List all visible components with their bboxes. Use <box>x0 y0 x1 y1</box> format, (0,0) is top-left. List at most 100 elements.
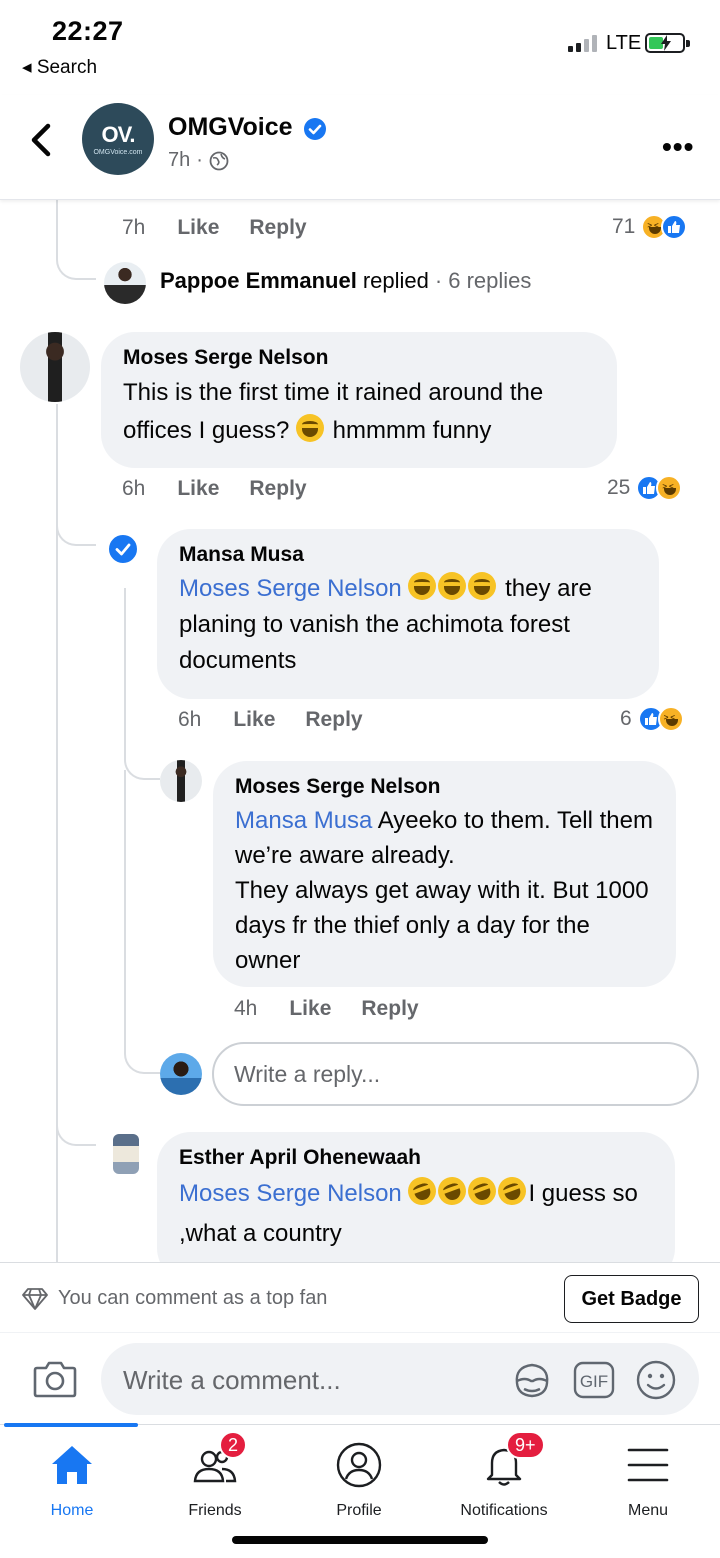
comment-time: 4h <box>234 997 258 1020</box>
friends-icon: 2 <box>143 1431 287 1491</box>
menu-icon <box>576 1439 720 1491</box>
top-fan-text: You can comment as a top fan <box>58 1287 328 1309</box>
like-button[interactable]: Like <box>233 708 275 732</box>
svg-text:GIF: GIF <box>580 1372 608 1391</box>
tab-label: Home <box>50 1502 94 1519</box>
laughing-emoji-icon <box>468 572 497 600</box>
replies-action: replied <box>362 268 429 293</box>
comment-input[interactable]: Write a comment... GIF <box>101 1343 699 1415</box>
comment-text: Moses Serge Nelson they are planing to v… <box>179 571 637 679</box>
diamond-icon <box>22 1287 48 1310</box>
haha-reaction-icon: >< <box>656 475 683 501</box>
emoji-icon[interactable] <box>635 1359 677 1406</box>
verified-badge-icon <box>303 117 327 146</box>
thread-line <box>56 240 96 280</box>
tab-notifications[interactable]: 9+ Notifications <box>432 1431 576 1520</box>
comment-bubble[interactable]: Moses Serge Nelson This is the first tim… <box>101 332 617 468</box>
notifications-badge: 9+ <box>506 1431 545 1459</box>
verified-avatar-icon[interactable] <box>106 532 140 566</box>
avatar-sticker-icon[interactable] <box>511 1359 553 1406</box>
replies-separator: · <box>434 268 443 293</box>
comment-bubble[interactable]: Esther April Ohenewaah Moses Serge Nelso… <box>157 1132 675 1262</box>
comment-actions: 6h Like Reply <box>122 477 337 501</box>
reaction-count: 71 <box>612 215 636 238</box>
camera-icon[interactable] <box>33 1359 77 1404</box>
bell-icon: 9+ <box>432 1431 576 1491</box>
comment-thread[interactable]: 7h Like Reply 71 >< Pappoe Emmanuel repl… <box>0 200 720 1262</box>
comment-actions: 4h Like Reply <box>234 997 449 1021</box>
mention-link[interactable]: Moses Serge Nelson <box>179 1180 402 1207</box>
gif-icon[interactable]: GIF <box>573 1361 615 1404</box>
comment-bubble[interactable]: Moses Serge Nelson Mansa Musa Ayeeko to … <box>213 761 676 987</box>
rofl-emoji-icon <box>494 1173 531 1209</box>
reply-input[interactable]: Write a reply... <box>212 1042 699 1106</box>
comment-text: Moses Serge Nelson I guess so ,what a co… <box>179 1173 653 1254</box>
comment-text: This is the first time it rained around … <box>123 374 595 450</box>
top-fan-bar: You can comment as a top fan Get Badge <box>0 1262 720 1332</box>
top-fan-message: You can comment as a top fan <box>22 1287 327 1310</box>
tab-friends[interactable]: 2 Friends <box>143 1431 287 1520</box>
avatar[interactable] <box>113 1134 139 1174</box>
comment-time: 6h <box>178 708 202 731</box>
comment-text-part: they are <box>505 575 592 602</box>
avatar[interactable] <box>104 262 146 304</box>
reply-button[interactable]: Reply <box>305 708 362 732</box>
comment-text-part: planing to vanish the achimota forest do… <box>179 611 570 674</box>
comment-text-part: hmmmm funny <box>332 417 492 444</box>
replier-name: Pappoe Emmanuel <box>160 268 357 293</box>
signal-icon <box>568 34 597 52</box>
comment-author[interactable]: Esther April Ohenewaah <box>179 1146 653 1170</box>
thread-line <box>56 1100 96 1146</box>
page-avatar[interactable]: OV. OMGVoice.com <box>82 103 154 175</box>
like-button[interactable]: Like <box>177 477 219 501</box>
back-chevron-icon[interactable] <box>28 123 54 162</box>
laughing-emoji-icon <box>438 572 467 600</box>
reaction-summary[interactable]: 6 >< <box>620 706 684 732</box>
avatar[interactable] <box>20 332 90 402</box>
post-time: 7h <box>168 149 191 171</box>
back-to-search-link[interactable]: ◂ Search <box>22 56 97 79</box>
reaction-summary[interactable]: 71 >< <box>612 214 688 240</box>
rofl-emoji-icon <box>434 1173 471 1209</box>
comment-bubble[interactable]: Mansa Musa Moses Serge Nelson they are p… <box>157 529 659 699</box>
status-bar: 22:27 ◂ Search LTE <box>0 0 720 90</box>
reply-button[interactable]: Reply <box>361 997 418 1021</box>
reply-button[interactable]: Reply <box>249 216 306 240</box>
home-icon <box>0 1439 144 1491</box>
get-badge-button[interactable]: Get Badge <box>564 1275 699 1323</box>
avatar[interactable] <box>160 760 202 802</box>
tab-home[interactable]: Home <box>0 1439 144 1520</box>
thread-line <box>124 588 160 780</box>
comment-author[interactable]: Moses Serge Nelson <box>123 346 595 370</box>
reaction-count: 6 <box>620 707 632 730</box>
page-logo-subtext: OMGVoice.com <box>93 149 143 156</box>
like-button[interactable]: Like <box>177 216 219 240</box>
more-options-icon[interactable]: ••• <box>662 131 694 163</box>
globe-icon <box>209 151 229 170</box>
like-button[interactable]: Like <box>289 997 331 1021</box>
tab-menu[interactable]: Menu <box>576 1439 720 1520</box>
comment-author[interactable]: Mansa Musa <box>179 543 637 567</box>
comment-time: 6h <box>122 477 146 500</box>
laughing-emoji-icon <box>408 572 437 600</box>
reaction-summary[interactable]: 25 >< <box>607 475 683 501</box>
network-type: LTE <box>606 32 642 54</box>
profile-icon <box>287 1439 431 1491</box>
post-meta: 7h · <box>168 149 229 172</box>
comment-text-part: They always get away with it. But 1000 d… <box>235 877 649 974</box>
status-time: 22:27 <box>52 16 124 46</box>
friends-badge: 2 <box>219 1431 248 1459</box>
comment-placeholder: Write a comment... <box>123 1365 341 1395</box>
mention-link[interactable]: Moses Serge Nelson <box>179 575 402 602</box>
replies-summary[interactable]: Pappoe Emmanuel replied · 6 replies <box>160 268 531 294</box>
page-name[interactable]: OMGVoice <box>168 113 293 142</box>
tab-profile[interactable]: Profile <box>287 1439 431 1520</box>
haha-reaction-icon: >< <box>657 706 684 732</box>
thread-line <box>56 500 96 546</box>
comment-author[interactable]: Moses Serge Nelson <box>235 775 654 799</box>
reply-button[interactable]: Reply <box>249 477 306 501</box>
mention-link[interactable]: Mansa Musa <box>235 807 372 834</box>
battery-icon <box>645 33 690 53</box>
tab-label: Menu <box>627 1502 669 1519</box>
comment-actions: 6h Like Reply <box>178 708 393 732</box>
